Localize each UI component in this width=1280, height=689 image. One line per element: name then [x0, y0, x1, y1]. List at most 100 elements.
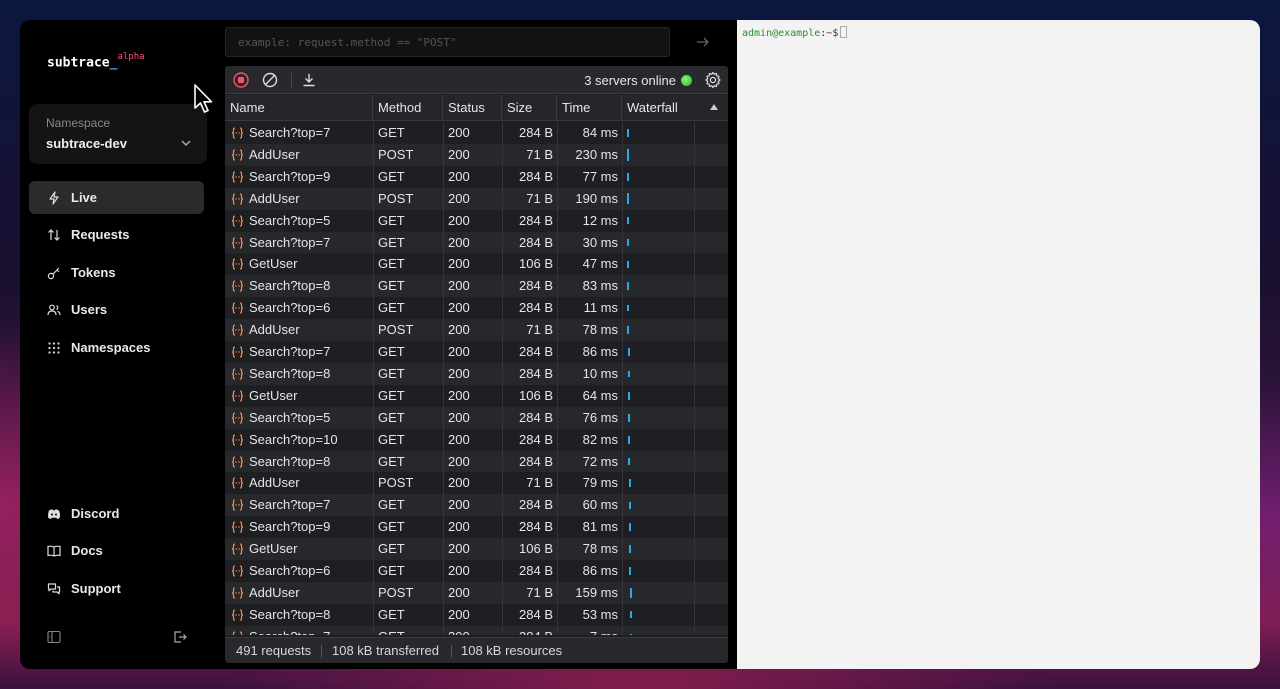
toolbar-divider	[291, 73, 292, 88]
request-time: 83 ms	[582, 278, 618, 294]
table-row[interactable]: Search?top=7 GET 200 284 B 60 ms	[225, 494, 728, 517]
request-name: AddUser	[249, 322, 300, 338]
sort-ascending-icon	[710, 104, 718, 110]
sidebar-item-tokens[interactable]: Tokens	[29, 256, 204, 289]
table-row[interactable]: Search?top=7 GET 200 284 B 7 ms	[225, 625, 728, 635]
sidebar-item-support[interactable]: Support	[29, 572, 204, 605]
gear-icon[interactable]	[704, 71, 722, 89]
request-size: 284 B	[519, 300, 553, 316]
table-row[interactable]: Search?top=8 GET 200 284 B 10 ms	[225, 362, 728, 385]
request-method: GET	[378, 519, 405, 535]
table-row[interactable]: AddUser POST 200 71 B 159 ms	[225, 581, 728, 604]
table-row[interactable]: Search?top=7 GET 200 284 B 84 ms	[225, 122, 728, 144]
column-header-method[interactable]: Method	[373, 95, 443, 121]
table-row[interactable]: GetUser GET 200 106 B 78 ms	[225, 538, 728, 561]
column-header-status[interactable]: Status	[443, 95, 502, 121]
table-row[interactable]: AddUser POST 200 71 B 230 ms	[225, 143, 728, 166]
sidebar-item-namespaces[interactable]: Namespaces	[29, 331, 204, 364]
table-row[interactable]: AddUser POST 200 71 B 78 ms	[225, 319, 728, 342]
key-icon	[47, 267, 60, 279]
record-stop-icon[interactable]	[233, 72, 249, 88]
code-braces-icon	[231, 412, 244, 424]
waterfall-bar	[628, 370, 630, 378]
request-name: Search?top=6	[249, 300, 331, 316]
table-row[interactable]: Search?top=8 GET 200 284 B 53 ms	[225, 603, 728, 626]
waterfall-bar	[627, 128, 629, 138]
table-row[interactable]: AddUser POST 200 71 B 190 ms	[225, 187, 728, 210]
code-braces-icon	[231, 433, 244, 446]
resources-size: 108 kB resources	[461, 643, 563, 658]
table-row[interactable]: Search?top=7 GET 200 284 B 30 ms	[225, 231, 728, 254]
request-time: 86 ms	[582, 563, 618, 578]
terminal-prompt: admin@example:~$	[742, 26, 848, 39]
table-row[interactable]: Search?top=6 GET 200 284 B 11 ms	[225, 297, 728, 320]
table-row[interactable]: Search?top=8 GET 200 284 B 83 ms	[225, 275, 728, 298]
request-status: 200	[448, 125, 470, 140]
terminal-user-host: admin@example	[742, 28, 821, 39]
code-braces-icon	[231, 302, 244, 314]
sidebar-item-docs[interactable]: Docs	[29, 534, 204, 567]
code-braces-icon	[231, 390, 244, 402]
sidebar-item-label: Users	[71, 302, 108, 317]
download-icon[interactable]	[301, 72, 317, 88]
logout-icon[interactable]	[173, 630, 187, 644]
column-divider	[694, 122, 695, 635]
code-braces-icon	[231, 258, 244, 270]
table-row[interactable]: AddUser POST 200 71 B 79 ms	[225, 472, 728, 495]
waterfall-bar	[630, 611, 632, 619]
request-size: 284 B	[519, 168, 553, 184]
request-status: 200	[448, 365, 470, 381]
request-size: 284 B	[519, 453, 553, 469]
namespace-selector[interactable]: Namespace subtrace-dev	[29, 104, 207, 164]
namespace-value: subtrace-dev	[46, 136, 127, 151]
sidebar-collapse-icon[interactable]	[47, 630, 61, 644]
request-name: Search?top=7	[249, 234, 331, 250]
column-header-time[interactable]: Time	[557, 95, 622, 121]
table-row[interactable]: Search?top=5 GET 200 284 B 12 ms	[225, 209, 728, 232]
clear-icon[interactable]	[262, 72, 278, 88]
column-divider	[502, 122, 503, 635]
sidebar-item-live[interactable]: Live	[29, 181, 204, 214]
waterfall-bar	[627, 193, 629, 205]
sidebar-item-discord[interactable]: Discord	[29, 497, 204, 530]
request-method: GET	[378, 541, 405, 557]
transferred-size: 108 kB transferred	[332, 643, 439, 658]
sidebar-item-users[interactable]: Users	[29, 293, 204, 326]
servers-online-status: 3 servers online	[584, 73, 692, 88]
terminal-window[interactable]: admin@example:~$	[737, 20, 1260, 669]
code-braces-icon	[231, 499, 244, 511]
arrow-right-icon[interactable]	[696, 35, 710, 49]
filter-input[interactable]: example: request.method == "POST"	[225, 27, 670, 57]
column-header-name[interactable]: Name	[225, 95, 373, 121]
requests-toolbar: 3 servers online	[225, 66, 728, 94]
request-name: AddUser	[249, 190, 300, 206]
table-row[interactable]: Search?top=7 GET 200 284 B 86 ms	[225, 341, 728, 363]
column-header-size[interactable]: Size	[502, 95, 557, 121]
table-row[interactable]: GetUser GET 200 106 B 47 ms	[225, 253, 728, 276]
table-row[interactable]: Search?top=9 GET 200 284 B 77 ms	[225, 165, 728, 188]
request-size: 106 B	[519, 541, 553, 557]
request-method: GET	[378, 365, 405, 381]
terminal-cursor	[840, 26, 848, 38]
waterfall-bar	[629, 479, 631, 488]
table-row[interactable]: Search?top=5 GET 200 284 B 76 ms	[225, 406, 728, 429]
column-divider	[557, 122, 558, 635]
waterfall-bar	[627, 282, 629, 291]
table-row[interactable]: Search?top=9 GET 200 284 B 81 ms	[225, 516, 728, 539]
table-row[interactable]: Search?top=8 GET 200 284 B 72 ms	[225, 450, 728, 473]
sidebar-item-requests[interactable]: Requests	[29, 218, 204, 251]
request-size: 284 B	[519, 234, 553, 250]
waterfall-bar	[627, 239, 629, 246]
request-name: Search?top=8	[249, 365, 331, 381]
request-method: POST	[378, 475, 414, 491]
request-time: 230 ms	[575, 146, 618, 162]
request-count: 491 requests	[236, 643, 312, 658]
table-row[interactable]: GetUser GET 200 106 B 64 ms	[225, 384, 728, 407]
request-method: GET	[378, 431, 405, 447]
waterfall-bar	[628, 347, 630, 357]
column-header-waterfall[interactable]: Waterfall	[622, 95, 728, 121]
table-row[interactable]: Search?top=10 GET 200 284 B 82 ms	[225, 428, 728, 451]
sidebar: subtrace_alpha Namespace subtrace-dev Li…	[20, 20, 216, 669]
request-name: Search?top=7	[249, 125, 331, 140]
table-row[interactable]: Search?top=6 GET 200 284 B 86 ms	[225, 560, 728, 582]
